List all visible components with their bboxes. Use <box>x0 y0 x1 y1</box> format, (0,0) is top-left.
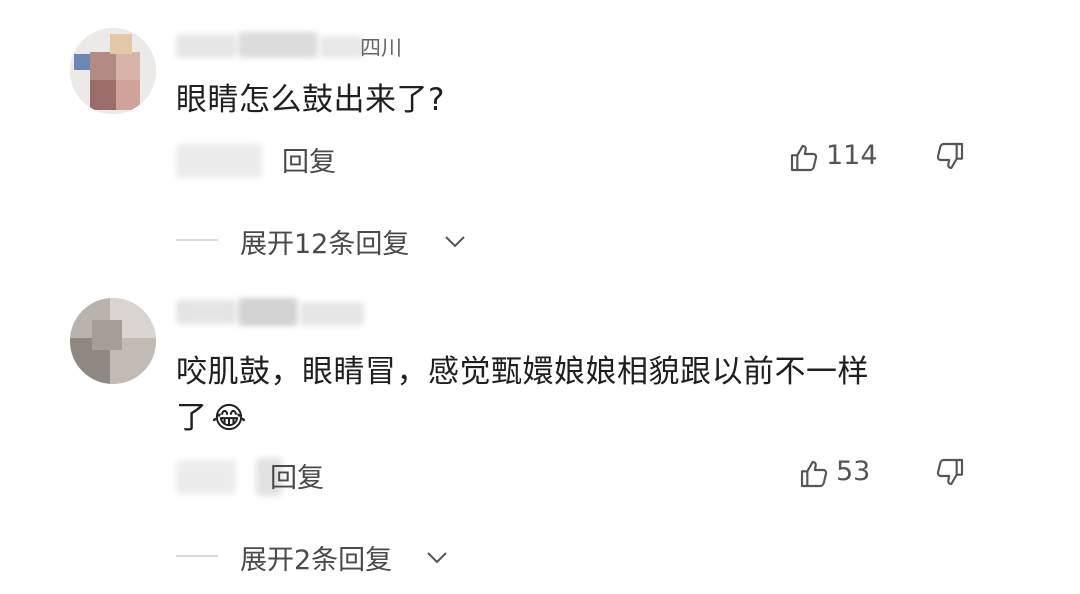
like-count: 53 <box>836 456 871 487</box>
laughing-emoji: 😂 <box>211 401 248 436</box>
divider <box>176 239 218 241</box>
username[interactable]: 四川 <box>176 28 416 62</box>
expand-replies-button[interactable]: 展开2条回复 <box>176 536 476 576</box>
chevron-down-icon <box>424 546 450 568</box>
chevron-down-icon <box>442 230 468 252</box>
reply-author-placeholder <box>176 140 266 182</box>
like-count: 114 <box>826 140 878 171</box>
username-location: 四川 <box>360 36 402 60</box>
avatar[interactable] <box>70 298 156 384</box>
comment-item: 咬肌鼓，眼睛冒，感觉甄嬛娘娘相貌跟以前不一样 了 😂 回复 53 展开2条回复 <box>0 280 1080 594</box>
thumbs-down-icon <box>934 456 966 488</box>
comment-text: 咬肌鼓，眼睛冒，感觉甄嬛娘娘相貌跟以前不一样 了 😂 <box>176 350 976 441</box>
reply-button[interactable]: 回复 <box>270 456 324 495</box>
expand-replies-button[interactable]: 展开12条回复 <box>176 220 496 260</box>
reply-button[interactable]: 回复 <box>282 140 336 179</box>
divider <box>176 555 218 557</box>
expand-replies-label: 展开12条回复 <box>240 229 410 260</box>
dislike-button[interactable] <box>934 140 966 172</box>
avatar[interactable] <box>70 28 156 114</box>
comment-text-line: 了 😂 <box>176 400 248 436</box>
thumbs-up-icon <box>788 142 820 174</box>
comment-item: 四川 眼睛怎么鼓出来了? 回复 114 展开12条回复 <box>0 0 1080 280</box>
expand-replies-label: 展开2条回复 <box>240 545 393 576</box>
dislike-button[interactable] <box>934 456 966 488</box>
comment-text-line: 咬肌鼓，眼睛冒，感觉甄嬛娘娘相貌跟以前不一样 <box>176 354 869 390</box>
comment-text: 眼睛怎么鼓出来了? <box>176 82 445 118</box>
thumbs-down-icon <box>934 140 966 172</box>
thumbs-up-icon <box>798 458 830 490</box>
username[interactable] <box>176 296 396 330</box>
